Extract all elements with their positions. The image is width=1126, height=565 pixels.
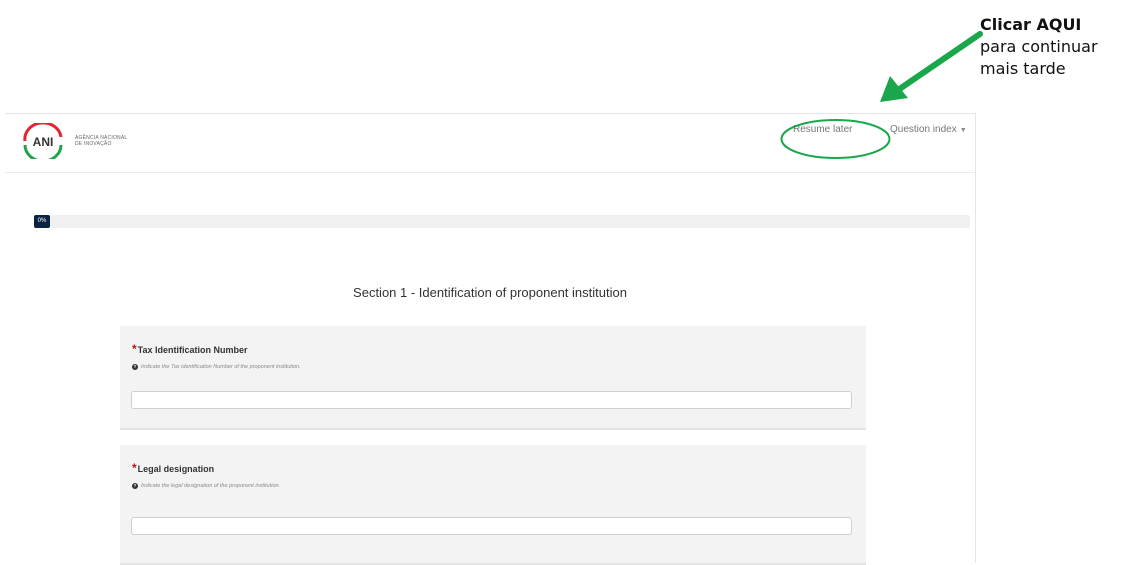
question-help: ? Indicate the legal designation of the p…: [132, 483, 280, 489]
annotation-arrow-icon: [880, 31, 983, 102]
required-asterisk: *: [132, 342, 137, 356]
question-card-legal-designation: *Legal designation ? Indicate the legal d…: [120, 445, 866, 565]
info-icon: ?: [132, 483, 138, 489]
question-label-text: Tax Identification Number: [137, 345, 248, 355]
question-card-tax-id: *Tax Identification Number ? Indicate the…: [120, 326, 866, 430]
question-help: ? Indicate the Tax identification Number …: [132, 364, 301, 370]
question-index-dropdown[interactable]: Question index ▼: [890, 124, 967, 135]
info-icon: ?: [132, 364, 138, 370]
logo-mark-text: ANI: [33, 135, 54, 149]
tax-id-input[interactable]: [131, 391, 852, 409]
navbar: ANI AGÊNCIA NACIONAL DE INOVAÇÃO Resume …: [5, 114, 975, 173]
required-asterisk: *: [132, 461, 137, 475]
annotation-line-2: mais tarde: [980, 59, 1066, 78]
question-label: *Legal designation: [132, 461, 214, 475]
question-label: *Tax Identification Number: [132, 342, 248, 356]
progress-bar: 0%: [34, 215, 970, 228]
section-title: Section 1 - Identification of proponent …: [353, 285, 627, 300]
highlight-circle: [780, 119, 891, 159]
annotation-callout: Clicar AQUI para continuar mais tarde: [980, 14, 1120, 80]
annotation-line-1: para continuar: [980, 37, 1098, 56]
caret-down-icon: ▼: [959, 127, 967, 134]
logo-text: AGÊNCIA NACIONAL DE INOVAÇÃO: [75, 135, 145, 147]
ani-logo[interactable]: ANI AGÊNCIA NACIONAL DE INOVAÇÃO: [15, 123, 145, 159]
ani-logo-icon: ANI: [23, 123, 63, 159]
progress-fill: 0%: [34, 215, 50, 228]
question-label-text: Legal designation: [137, 464, 215, 474]
legal-designation-input[interactable]: [131, 517, 852, 535]
survey-page: ANI AGÊNCIA NACIONAL DE INOVAÇÃO Resume …: [5, 113, 976, 565]
question-index-label: Question index: [890, 124, 957, 135]
logo-line-2: DE INOVAÇÃO: [75, 141, 112, 147]
question-help-text: Indicate the legal designation of the pr…: [141, 483, 281, 489]
question-help-text: Indicate the Tax identification Number o…: [141, 364, 301, 370]
annotation-title: Clicar AQUI: [980, 15, 1082, 34]
